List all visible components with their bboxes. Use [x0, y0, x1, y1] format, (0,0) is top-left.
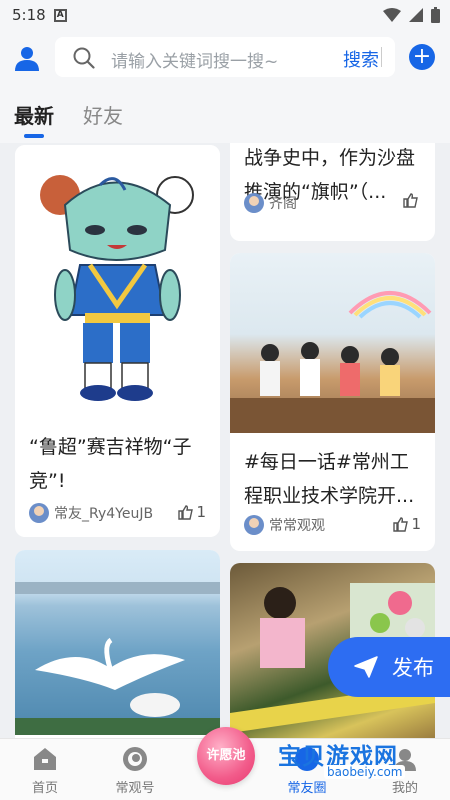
author-avatar-icon: [244, 515, 264, 535]
post-image-classroom: [230, 253, 435, 433]
post-image-mascot: [15, 145, 220, 420]
like-count: 1: [196, 503, 206, 521]
top-bar: 请输入关键词搜一搜~ 搜索 +: [0, 30, 450, 88]
search-icon: [73, 47, 95, 69]
status-bar: 5:18 A: [0, 0, 450, 30]
signal-icon: [409, 8, 423, 22]
search-divider: [381, 47, 382, 67]
post-author: 齐阁: [244, 193, 297, 213]
publish-button[interactable]: 发布: [328, 637, 450, 697]
thumbs-up-icon: [403, 193, 418, 208]
post-image-swans: [15, 550, 220, 735]
tab-friends[interactable]: 好友: [83, 100, 123, 129]
nav-changguan-label: 常观号: [115, 781, 155, 796]
search-placeholder: 请输入关键词搜一搜~: [111, 52, 279, 72]
post-card[interactable]: “鲁超”赛吉祥物“子竞”! 常友_Ry4YeuJB 1: [15, 145, 220, 537]
plus-icon: +: [412, 44, 432, 69]
classroom-photo: [230, 291, 435, 433]
search-button[interactable]: 搜索: [343, 46, 379, 72]
author-avatar-icon: [29, 503, 49, 523]
feed-tabs: 最新 好友: [0, 88, 450, 143]
thumbs-up-icon: [393, 516, 409, 532]
wish-pool-button[interactable]: 许愿池: [197, 727, 255, 785]
watermark-sub: baobeiy.com: [324, 765, 406, 779]
post-card[interactable]: [15, 550, 220, 738]
post-card[interactable]: 战争史中，作为沙盘推演的“旗帜”（... 齐阁: [230, 143, 435, 241]
like-count: 1: [411, 515, 421, 533]
add-post-button[interactable]: +: [409, 44, 435, 70]
user-avatar-icon[interactable]: [14, 45, 40, 71]
swan-lake-photo: [15, 582, 220, 735]
site-watermark: 宝贝游戏网 baobeiy.com: [272, 735, 448, 797]
send-icon: [354, 656, 378, 678]
mascot-illustration: [40, 175, 194, 401]
post-author: 常常观观: [244, 515, 325, 535]
wifi-icon: [383, 8, 401, 22]
publish-label: 发布: [392, 656, 434, 680]
like-button[interactable]: 1: [393, 515, 421, 533]
home-icon: [34, 748, 56, 770]
eye-icon: [123, 747, 147, 771]
like-button[interactable]: [403, 193, 421, 208]
author-name: 常友_Ry4YeuJB: [54, 506, 154, 522]
nav-changguan[interactable]: 常观号: [100, 739, 170, 800]
notification-a-icon: A: [53, 8, 67, 22]
battery-icon: [431, 7, 440, 23]
post-card[interactable]: #每日一话#常州工程职业技术学院开... 常常观观 1: [230, 253, 435, 551]
post-title: “鲁超”赛吉祥物“子竞”!: [29, 436, 192, 492]
author-avatar-icon: [244, 193, 264, 213]
post-author: 常友_Ry4YeuJB: [29, 503, 153, 523]
like-button[interactable]: 1: [178, 503, 206, 521]
author-name: 常常观观: [269, 518, 325, 534]
nav-home-label: 首页: [31, 781, 58, 796]
wish-pool-label: 许愿池: [206, 748, 246, 763]
thumbs-up-icon: [178, 504, 194, 520]
status-icons: [383, 7, 440, 23]
post-title: #每日一话#常州工程职业技术学院开...: [244, 451, 415, 507]
nav-home[interactable]: 首页: [10, 739, 80, 800]
active-tab-indicator: [24, 134, 44, 138]
author-name: 齐阁: [269, 196, 297, 212]
tab-latest[interactable]: 最新: [14, 100, 54, 129]
status-time: 5:18: [12, 6, 46, 24]
